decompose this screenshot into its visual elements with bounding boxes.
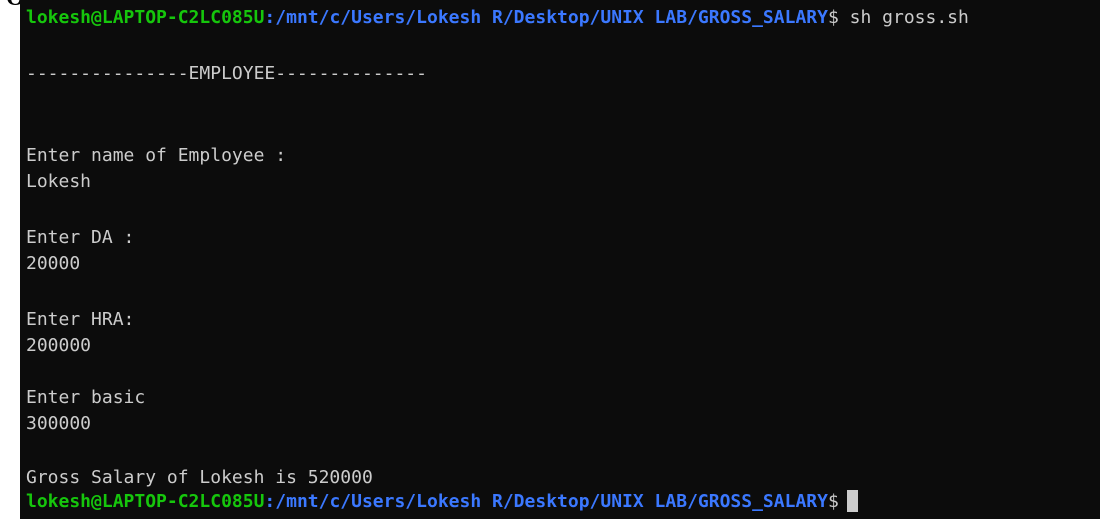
text-cursor[interactable]: [846, 490, 858, 512]
command-text: sh gross.sh: [849, 7, 969, 28]
name-prompt-line: Enter name of Employee :: [26, 145, 287, 166]
prompt-path: /mnt/c/Users/Lokesh R/Desktop/UNIX LAB/G…: [275, 7, 828, 28]
result-line: Gross Salary of Lokesh is 520000: [26, 467, 373, 488]
prompt-line-1: lokesh@LAPTOP-C2LC085U:/mnt/c/Users/Loke…: [26, 6, 969, 30]
prompt-separator: :: [264, 491, 276, 512]
name-value-line: Lokesh: [26, 171, 92, 192]
basic-prompt-line: Enter basic: [26, 387, 146, 408]
prompt-symbol: $: [827, 7, 839, 28]
prompt-line-2: lokesh@LAPTOP-C2LC085U:/mnt/c/Users/Loke…: [26, 490, 858, 514]
prompt-symbol: $: [827, 491, 839, 512]
banner-line: ---------------EMPLOYEE--------------: [26, 63, 427, 84]
terminal-window[interactable]: lokesh@LAPTOP-C2LC085U:/mnt/c/Users/Loke…: [20, 0, 1100, 519]
basic-value-line: 300000: [26, 413, 92, 434]
da-value-line: 20000: [26, 253, 81, 274]
prompt-user-host: lokesh@LAPTOP-C2LC085U: [26, 7, 265, 28]
prompt-separator: :: [264, 7, 276, 28]
da-prompt-line: Enter DA :: [26, 227, 135, 248]
prompt-user-host: lokesh@LAPTOP-C2LC085U: [26, 491, 265, 512]
prompt-path: /mnt/c/Users/Lokesh R/Desktop/UNIX LAB/G…: [275, 491, 828, 512]
screenshot: Output lokesh@LAPTOP-C2LC085U:/mnt/c/Use…: [0, 0, 1100, 519]
hra-value-line: 200000: [26, 335, 92, 356]
hra-prompt-line: Enter HRA:: [26, 309, 135, 330]
